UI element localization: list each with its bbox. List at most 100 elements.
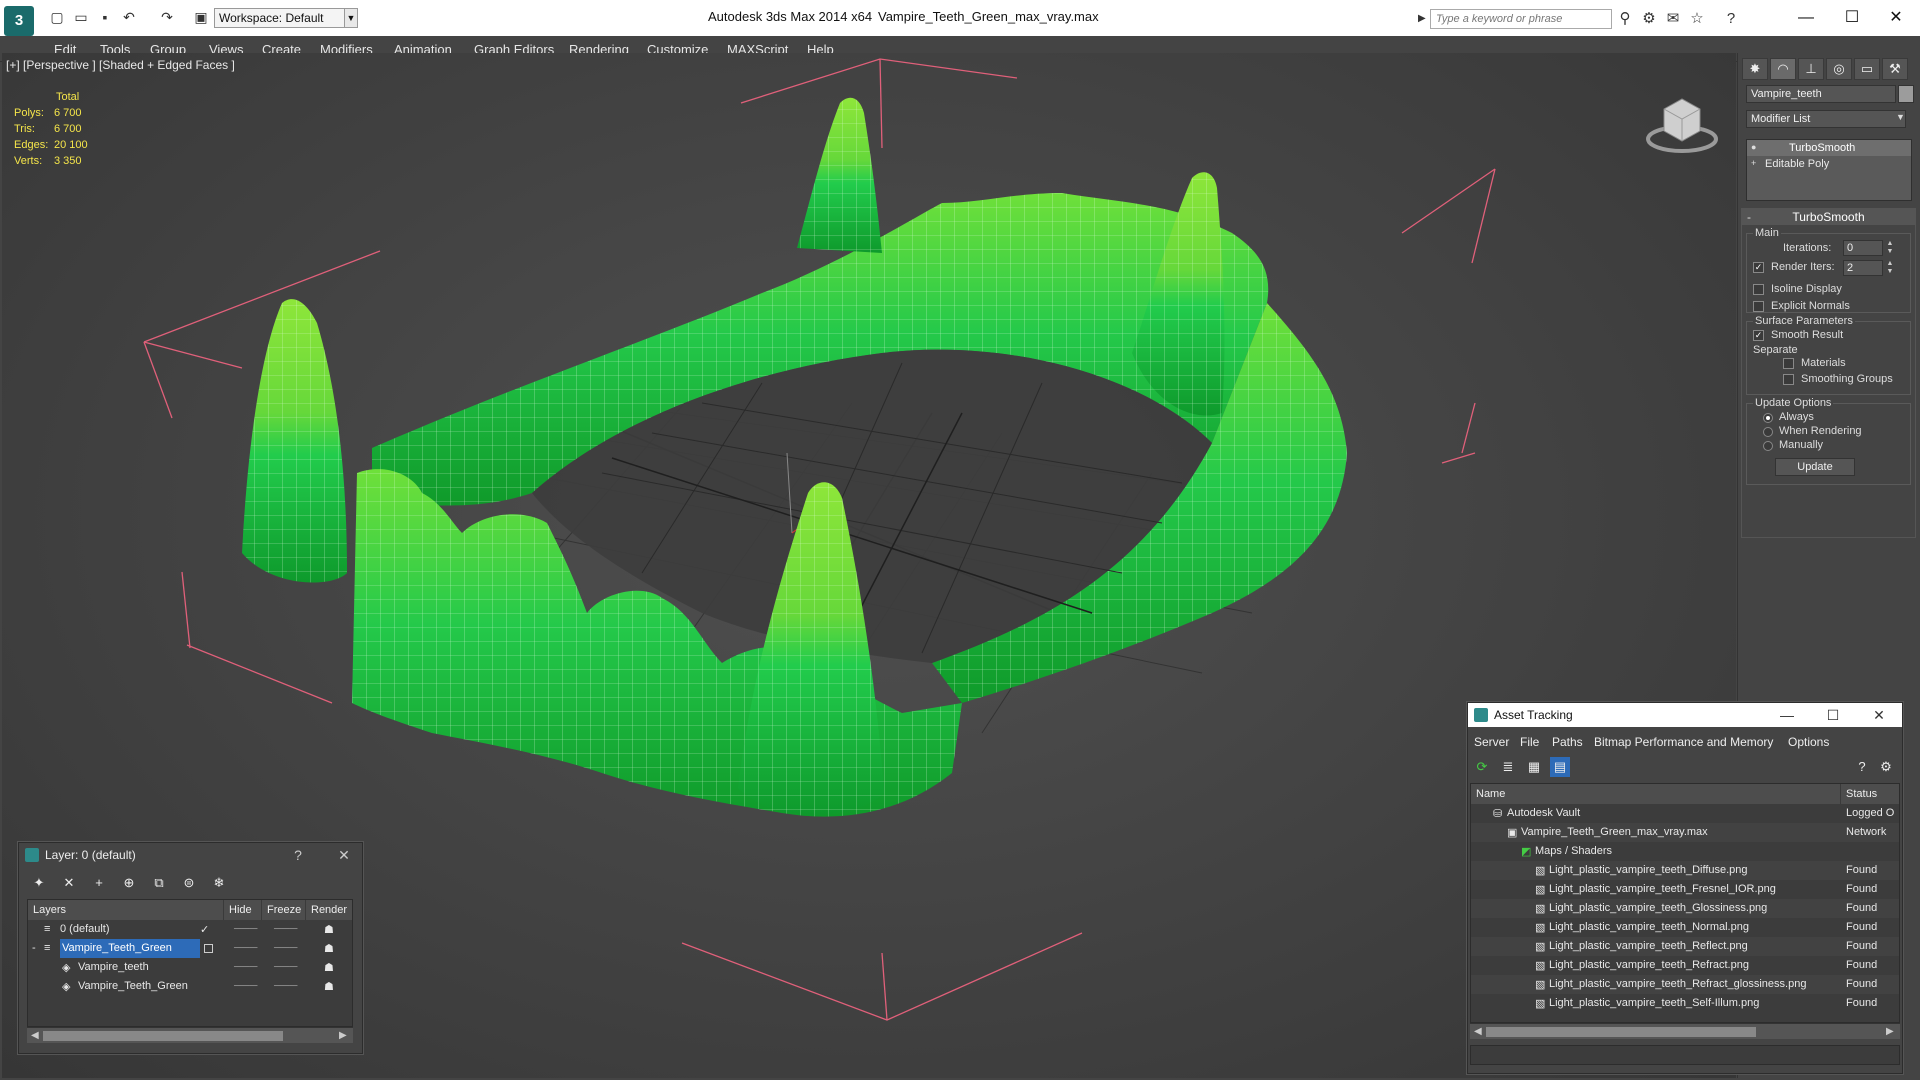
scroll-left-icon[interactable]: ◀ (31, 1030, 39, 1041)
chevron-right-icon[interactable]: ▶ (1418, 9, 1428, 29)
always-radio[interactable] (1763, 413, 1773, 423)
table-row[interactable]: ◈ Vampire_teeth ─── ─── ☗ (28, 958, 352, 977)
subscription-icon[interactable]: ⚙ (1640, 10, 1658, 28)
communication-icon[interactable]: ✉ (1664, 10, 1682, 28)
close-icon[interactable]: ✕ (335, 846, 353, 864)
table-row[interactable]: ▧ Light_plastic_vampire_teeth_Normal.png… (1471, 918, 1899, 937)
explicit-normals-checkbox[interactable] (1753, 301, 1764, 312)
update-button[interactable]: Update (1775, 458, 1855, 476)
column-header-hide[interactable]: Hide (224, 900, 262, 920)
table-row[interactable]: ▧ Light_plastic_vampire_teeth_Refract_gl… (1471, 975, 1899, 994)
viewport-label[interactable]: [+] [Perspective ] [Shaded + Edged Faces… (6, 58, 235, 72)
table-row[interactable]: ▧ Light_plastic_vampire_teeth_Diffuse.pn… (1471, 861, 1899, 880)
help-icon[interactable]: ? (1722, 10, 1740, 28)
asset-name[interactable]: Light_plastic_vampire_teeth_Normal.png (1549, 921, 1749, 933)
motion-tab-icon[interactable]: ◎ (1826, 58, 1852, 80)
maximize-button[interactable]: ☐ (1824, 706, 1842, 724)
iterations-spinner[interactable]: 0 (1843, 240, 1883, 256)
menu-server[interactable]: Server (1474, 735, 1509, 749)
chevron-down-icon[interactable]: ▼ (344, 8, 358, 28)
object-name[interactable]: Vampire_Teeth_Green (78, 980, 188, 992)
spinner-arrows-icon[interactable]: ▲ ▼ (1885, 260, 1895, 276)
add-to-layer-icon[interactable]: + (89, 873, 109, 893)
table-row[interactable]: ≡ 0 (default) ✓ ─── ─── ☗ (28, 920, 352, 939)
hide-toggle[interactable]: ─── (234, 923, 257, 935)
table-row[interactable]: ▧ Light_plastic_vampire_teeth_Refract.pn… (1471, 956, 1899, 975)
create-layer-icon[interactable]: ✦ (29, 873, 49, 893)
freeze-toggle[interactable]: ─── (274, 980, 297, 992)
select-objects-icon[interactable]: ⊕ (119, 873, 139, 893)
table-row[interactable]: ▣ Vampire_Teeth_Green_max_vray.max Netwo… (1471, 823, 1899, 842)
scroll-right-icon[interactable]: ▶ (1886, 1026, 1894, 1037)
render-iters-checkbox[interactable]: ✓ (1753, 262, 1764, 273)
refresh-icon[interactable]: ⟳ (1472, 757, 1492, 777)
freeze-toggle[interactable]: ─── (274, 961, 297, 973)
scroll-thumb[interactable] (1486, 1027, 1756, 1037)
asset-name[interactable]: Light_plastic_vampire_teeth_Self-Illum.p… (1549, 997, 1759, 1009)
hierarchy-tab-icon[interactable]: ⊥ (1798, 58, 1824, 80)
asset-name[interactable]: Maps / Shaders (1535, 845, 1612, 857)
asset-name[interactable]: Light_plastic_vampire_teeth_Glossiness.p… (1549, 902, 1767, 914)
menu-paths[interactable]: Paths (1552, 735, 1583, 749)
horizontal-scrollbar[interactable]: ◀ ▶ (27, 1027, 353, 1043)
modifier-list-dropdown[interactable]: Modifier List (1746, 110, 1906, 128)
render-teapot-icon[interactable]: ☗ (324, 980, 334, 993)
delete-layer-icon[interactable]: ✕ (59, 873, 79, 893)
favorites-star-icon[interactable]: ☆ (1688, 10, 1706, 28)
settings-icon[interactable]: ⚙ (1876, 757, 1896, 777)
menu-file[interactable]: File (1520, 735, 1539, 749)
object-color-swatch[interactable] (1898, 85, 1914, 103)
render-teapot-icon[interactable]: ☗ (324, 923, 334, 936)
lightbulb-icon[interactable]: ● (1751, 142, 1761, 152)
table-row[interactable]: ◩ Maps / Shaders (1471, 842, 1899, 861)
smoothing-groups-checkbox[interactable] (1783, 374, 1794, 385)
modify-tab-icon[interactable]: ◠ (1770, 58, 1796, 80)
table-row[interactable]: - ≡ Vampire_Teeth_Green ─── ─── ☗ (28, 939, 352, 958)
chevron-down-icon[interactable]: ▼ (1896, 112, 1905, 122)
scroll-left-icon[interactable]: ◀ (1474, 1026, 1482, 1037)
close-button[interactable]: ✕ (1876, 6, 1916, 30)
menu-bitmap-performance[interactable]: Bitmap Performance and Memory (1594, 735, 1773, 749)
asset-name[interactable]: Autodesk Vault (1507, 807, 1580, 819)
display-tab-icon[interactable]: ▭ (1854, 58, 1880, 80)
scroll-thumb[interactable] (43, 1031, 283, 1041)
binoculars-icon[interactable]: ⚲ (1616, 10, 1634, 28)
freeze-all-icon[interactable]: ❄ (209, 873, 229, 893)
create-tab-icon[interactable]: ✸ (1742, 58, 1768, 80)
layer-window-titlebar[interactable]: Layer: 0 (default) (19, 843, 362, 867)
materials-checkbox[interactable] (1783, 358, 1794, 369)
modifier-editable-poly[interactable]: + Editable Poly (1747, 156, 1911, 172)
asset-name[interactable]: Vampire_Teeth_Green_max_vray.max (1521, 826, 1708, 838)
hide-toggle[interactable]: ─── (234, 961, 257, 973)
hide-all-icon[interactable]: ⊜ (179, 873, 199, 893)
object-name-field[interactable]: Vampire_teeth (1746, 85, 1896, 103)
table-row[interactable]: ⛁ Autodesk Vault Logged O (1471, 804, 1899, 823)
asset-name[interactable]: Light_plastic_vampire_teeth_Refract_glos… (1549, 978, 1806, 990)
column-header-layers[interactable]: Layers (28, 900, 224, 920)
rollout-header[interactable]: - TurboSmooth (1742, 209, 1915, 225)
expand-icon[interactable]: - (32, 942, 36, 954)
modifier-turbosmooth[interactable]: ● TurboSmooth (1747, 140, 1911, 156)
utilities-tab-icon[interactable]: ⚒ (1882, 58, 1908, 80)
manually-radio[interactable] (1763, 441, 1773, 451)
save-file-icon[interactable]: ▪ (96, 9, 114, 25)
freeze-toggle[interactable]: ─── (274, 942, 297, 954)
spinner-arrows-icon[interactable]: ▲ ▼ (1885, 240, 1895, 256)
minimize-button[interactable]: — (1786, 6, 1826, 30)
new-file-icon[interactable]: ▢ (48, 9, 66, 25)
scroll-right-icon[interactable]: ▶ (339, 1030, 347, 1041)
menu-options[interactable]: Options (1788, 735, 1829, 749)
active-layer-check[interactable]: ✓ (200, 923, 209, 936)
column-header-name[interactable]: Name (1471, 784, 1841, 804)
smooth-result-checkbox[interactable]: ✓ (1753, 330, 1764, 341)
minimize-button[interactable]: — (1778, 706, 1796, 724)
hide-toggle[interactable]: ─── (234, 980, 257, 992)
render-teapot-icon[interactable]: ☗ (324, 942, 334, 955)
column-header-render[interactable]: Render (306, 900, 352, 920)
table-row[interactable]: ▧ Light_plastic_vampire_teeth_Fresnel_IO… (1471, 880, 1899, 899)
table-row[interactable]: ◈ Vampire_Teeth_Green ─── ─── ☗ (28, 977, 352, 996)
layer-name[interactable]: 0 (default) (60, 923, 110, 935)
hide-toggle[interactable]: ─── (234, 942, 257, 954)
layer-name[interactable]: Vampire_Teeth_Green (60, 939, 200, 958)
undo-icon[interactable]: ↶ (120, 9, 138, 25)
